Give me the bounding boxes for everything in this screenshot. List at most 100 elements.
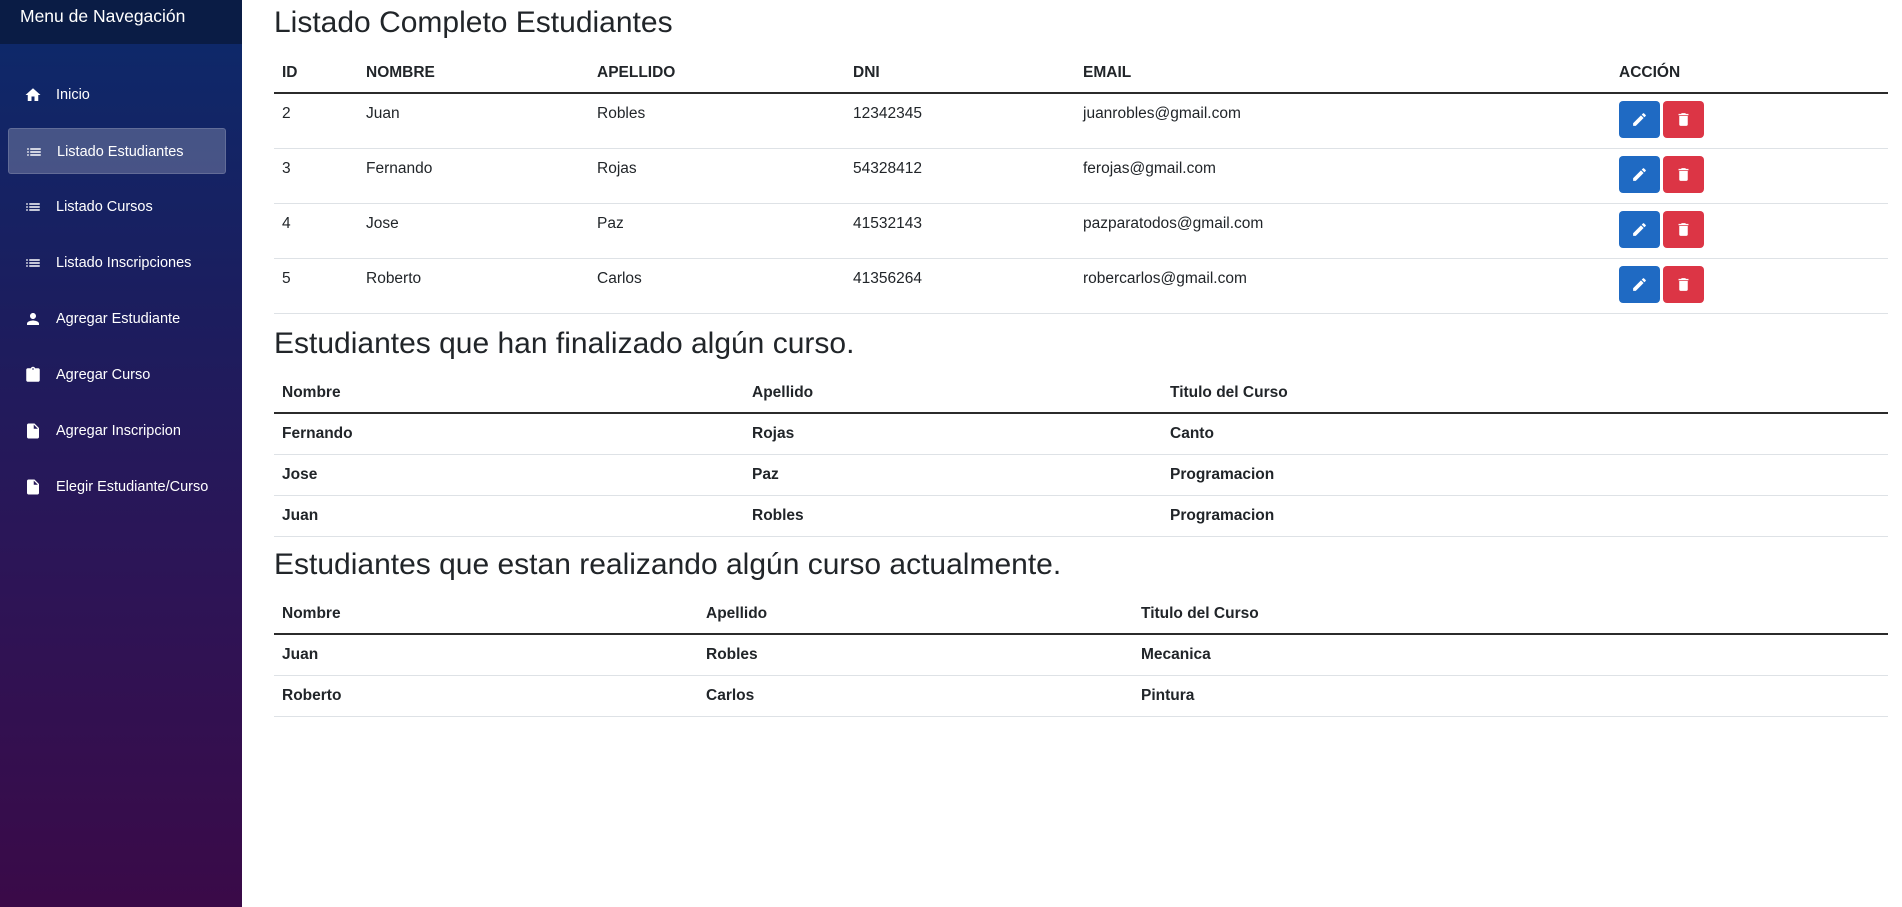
sidebar-item-listado-inscripciones[interactable]: Listado Inscripciones [8, 240, 226, 286]
sidebar-title: Menu de Navegación [0, 0, 242, 44]
table-row: 3 Fernando Rojas 54328412 ferojas@gmail.… [274, 148, 1888, 204]
edit-button[interactable] [1619, 210, 1660, 248]
cell-dni: 41356264 [845, 258, 1075, 314]
cell-apellido: Robles [698, 634, 1133, 676]
table-row: Juan Robles Mecanica [274, 634, 1888, 676]
table-header-row: Nombre Apellido Titulo del Curso [274, 373, 1888, 414]
sidebar-item-label: Listado Estudiantes [57, 144, 184, 160]
cell-nombre: Roberto [358, 258, 589, 314]
table-header-row: Nombre Apellido Titulo del Curso [274, 594, 1888, 635]
cell-nombre: Juan [358, 93, 589, 149]
sidebar-item-label: Agregar Estudiante [56, 311, 181, 327]
cell-actions [1611, 258, 1888, 314]
table-row: 5 Roberto Carlos 41356264 robercarlos@gm… [274, 258, 1888, 314]
cell-curso: Programacion [1162, 495, 1888, 537]
trash-icon [1678, 167, 1689, 181]
pencil-icon [1633, 222, 1646, 236]
home-icon [24, 86, 42, 104]
finished-courses-table: Nombre Apellido Titulo del Curso Fernand… [274, 373, 1888, 537]
cell-apellido: Rojas [744, 413, 1162, 455]
sidebar-item-agregar-inscripcion[interactable]: Agregar Inscripcion [8, 408, 226, 454]
table-row: Fernando Rojas Canto [274, 413, 1888, 455]
cell-apellido: Robles [744, 495, 1162, 537]
pencil-icon [1633, 167, 1646, 181]
sidebar-item-label: Listado Cursos [56, 199, 153, 215]
cell-nombre: Fernando [274, 413, 744, 455]
cell-nombre: Juan [274, 495, 744, 537]
cell-id: 4 [274, 203, 358, 259]
list-icon [25, 143, 43, 161]
column-header-accion: ACCIÓN [1611, 54, 1888, 94]
trash-icon [1678, 277, 1689, 291]
table-row: 4 Jose Paz 41532143 pazparatodos@gmail.c… [274, 203, 1888, 259]
cell-curso: Pintura [1133, 675, 1888, 717]
sidebar-item-label: Inicio [56, 87, 90, 103]
cell-curso: Mecanica [1133, 634, 1888, 676]
cell-email: robercarlos@gmail.com [1075, 258, 1611, 314]
cell-nombre: Fernando [358, 148, 589, 204]
nav-menu: Inicio Listado Estudiantes Listado Curso… [0, 72, 242, 510]
sidebar-item-listado-estudiantes[interactable]: Listado Estudiantes [8, 128, 226, 174]
list-icon [24, 254, 42, 272]
cell-apellido: Carlos [698, 675, 1133, 717]
cell-apellido: Paz [589, 203, 845, 259]
cell-curso: Canto [1162, 413, 1888, 455]
delete-button[interactable] [1663, 210, 1704, 248]
edit-button[interactable] [1619, 155, 1660, 193]
edit-button[interactable] [1619, 101, 1660, 138]
cell-id: 5 [274, 258, 358, 314]
cell-actions [1611, 203, 1888, 259]
column-header-titulo-curso: Titulo del Curso [1133, 594, 1888, 635]
cell-dni: 12342345 [845, 93, 1075, 149]
cell-email: ferojas@gmail.com [1075, 148, 1611, 204]
column-header-nombre: Nombre [274, 594, 698, 635]
column-header-apellido: Apellido [744, 373, 1162, 414]
cell-apellido: Paz [744, 454, 1162, 496]
table-row: 2 Juan Robles 12342345 juanrobles@gmail.… [274, 93, 1888, 149]
sidebar-item-elegir-estudiante-curso[interactable]: Elegir Estudiante/Curso [8, 464, 226, 510]
cell-dni: 54328412 [845, 148, 1075, 204]
person-icon [24, 310, 42, 328]
column-header-id: ID [274, 54, 358, 94]
table-header-row: ID NOMBRE APELLIDO DNI EMAIL ACCIÓN [274, 54, 1888, 94]
sidebar-item-label: Agregar Inscripcion [56, 423, 181, 439]
sidebar-item-agregar-estudiante[interactable]: Agregar Estudiante [8, 296, 226, 342]
cell-nombre: Juan [274, 634, 698, 676]
delete-button[interactable] [1663, 101, 1704, 138]
sidebar-item-label: Agregar Curso [56, 367, 151, 383]
students-table: ID NOMBRE APELLIDO DNI EMAIL ACCIÓN 2 Ju… [274, 54, 1888, 314]
sidebar-item-label: Elegir Estudiante/Curso [56, 479, 209, 495]
column-header-apellido: APELLIDO [589, 54, 845, 94]
list-icon [24, 198, 42, 216]
table-row: Juan Robles Programacion [274, 495, 1888, 537]
cell-apellido: Rojas [589, 148, 845, 204]
cell-id: 2 [274, 93, 358, 149]
edit-button[interactable] [1619, 265, 1660, 303]
cell-nombre: Jose [358, 203, 589, 259]
delete-button[interactable] [1663, 265, 1704, 303]
cell-nombre: Roberto [274, 675, 698, 717]
pencil-icon [1633, 113, 1646, 126]
cell-email: juanrobles@gmail.com [1075, 93, 1611, 149]
column-header-email: EMAIL [1075, 54, 1611, 94]
current-section-title: Estudiantes que estan realizando algún c… [274, 548, 1062, 581]
column-header-apellido: Apellido [698, 594, 1133, 635]
cell-apellido: Carlos [589, 258, 845, 314]
cell-actions [1611, 93, 1888, 149]
cell-dni: 41532143 [845, 203, 1075, 259]
sidebar-item-listado-cursos[interactable]: Listado Cursos [8, 184, 226, 230]
sidebar-item-inicio[interactable]: Inicio [8, 72, 226, 118]
sidebar-item-agregar-curso[interactable]: Agregar Curso [8, 352, 226, 398]
file-icon [24, 422, 42, 440]
delete-button[interactable] [1663, 155, 1704, 193]
column-header-titulo-curso: Titulo del Curso [1162, 373, 1888, 414]
cell-apellido: Robles [589, 93, 845, 149]
pencil-icon [1633, 277, 1646, 291]
table-row: Roberto Carlos Pintura [274, 675, 1888, 717]
trash-icon [1678, 113, 1689, 126]
clipboard-icon [24, 366, 42, 384]
cell-actions [1611, 148, 1888, 204]
table-row: Jose Paz Programacion [274, 454, 1888, 496]
cell-id: 3 [274, 148, 358, 204]
column-header-dni: DNI [845, 54, 1075, 94]
